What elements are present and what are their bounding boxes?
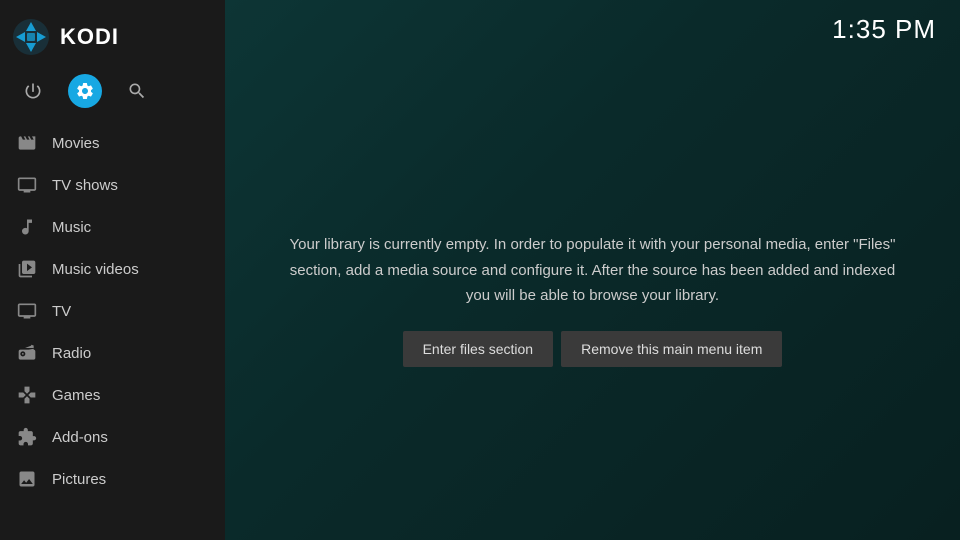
sidebar-header: KODI [0, 0, 225, 74]
sidebar-item-tv-shows-label: TV shows [52, 177, 118, 194]
sidebar-item-movies[interactable]: Movies [0, 122, 225, 164]
sidebar-item-tv-label: TV [52, 303, 71, 320]
live-tv-icon [16, 300, 38, 322]
music-videos-icon [16, 258, 38, 280]
main-content: 1:35 PM Your library is currently empty.… [225, 0, 960, 540]
enter-files-button[interactable]: Enter files section [403, 331, 554, 367]
sidebar-item-games-label: Games [52, 387, 100, 404]
sidebar-item-music-videos-label: Music videos [52, 261, 139, 278]
kodi-logo [12, 18, 50, 56]
sidebar-item-radio-label: Radio [52, 345, 91, 362]
sidebar-item-games[interactable]: Games [0, 374, 225, 416]
sidebar-item-music-videos[interactable]: Music videos [0, 248, 225, 290]
sidebar-item-pictures[interactable]: Pictures [0, 458, 225, 500]
topbar: 1:35 PM [225, 0, 960, 59]
sidebar: KODI Movies TV shows [0, 0, 225, 540]
addons-icon [16, 426, 38, 448]
search-button[interactable] [120, 74, 154, 108]
sidebar-item-tv-shows[interactable]: TV shows [0, 164, 225, 206]
games-icon [16, 384, 38, 406]
sidebar-item-add-ons[interactable]: Add-ons [0, 416, 225, 458]
movies-icon [16, 132, 38, 154]
app-title: KODI [60, 24, 119, 50]
sidebar-item-pictures-label: Pictures [52, 471, 106, 488]
music-icon [16, 216, 38, 238]
library-empty-message: Your library is currently empty. In orde… [285, 232, 900, 309]
sidebar-item-tv[interactable]: TV [0, 290, 225, 332]
power-button[interactable] [16, 74, 50, 108]
settings-button[interactable] [68, 74, 102, 108]
sidebar-item-movies-label: Movies [52, 135, 100, 152]
sidebar-item-add-ons-label: Add-ons [52, 429, 108, 446]
sidebar-icon-bar [0, 74, 225, 122]
sidebar-item-radio[interactable]: Radio [0, 332, 225, 374]
pictures-icon [16, 468, 38, 490]
tv-shows-icon [16, 174, 38, 196]
sidebar-item-music[interactable]: Music [0, 206, 225, 248]
sidebar-menu: Movies TV shows Music Music videos [0, 122, 225, 540]
remove-menu-item-button[interactable]: Remove this main menu item [561, 331, 782, 367]
sidebar-item-music-label: Music [52, 219, 91, 236]
action-buttons: Enter files section Remove this main men… [403, 331, 783, 367]
clock: 1:35 PM [832, 14, 936, 45]
radio-icon [16, 342, 38, 364]
content-area: Your library is currently empty. In orde… [225, 59, 960, 540]
